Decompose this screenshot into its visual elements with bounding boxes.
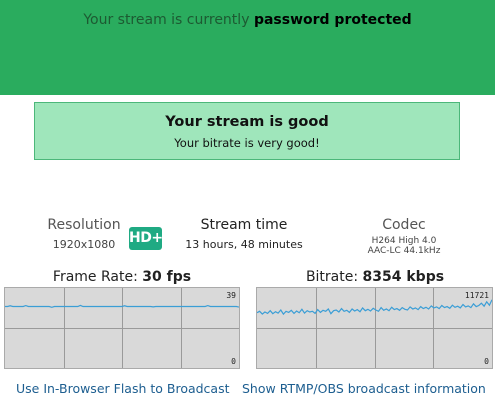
- bitrate-label: Bitrate:: [305, 269, 359, 285]
- codec-stat: Codec H264 High 4.0 AAC-LC 44.1kHz: [354, 217, 454, 256]
- banner-prefix: Your stream is currently: [83, 12, 250, 28]
- hd-badge-icon: HD+: [129, 227, 163, 250]
- banner-message: Your stream is currently password protec…: [0, 12, 495, 28]
- stream-health-subtitle: Your bitrate is very good!: [174, 136, 320, 150]
- framerate-value: 30 fps: [142, 269, 192, 285]
- stream-time-value: 13 hours, 48 minutes: [185, 238, 303, 251]
- status-banner: Your stream is currently password protec…: [0, 0, 495, 95]
- stream-health-box: Your stream is good Your bitrate is very…: [34, 102, 460, 160]
- framerate-label: Frame Rate:: [52, 269, 138, 285]
- framerate-graph: 39 0: [4, 287, 240, 369]
- stream-time-label: Stream time: [200, 217, 288, 233]
- flash-broadcast-link[interactable]: Use In-Browser Flash to Broadcast: [16, 381, 230, 396]
- resolution-label: Resolution: [47, 217, 121, 233]
- banner-emphasis: password protected: [253, 12, 412, 28]
- codec-audio: AAC-LC 44.1kHz: [367, 246, 441, 256]
- bitrate-value: 8354 kbps: [362, 269, 445, 285]
- framerate-title: Frame Rate: 30 fps: [4, 269, 240, 285]
- bitrate-graph: 11721 0: [256, 287, 493, 369]
- framerate-min-label: 0: [231, 357, 236, 366]
- framerate-max-label: 39: [226, 291, 236, 300]
- bitrate-graph-plot: [257, 288, 492, 368]
- resolution-stat: Resolution 1920x1080: [44, 217, 124, 251]
- stream-health-title: Your stream is good: [165, 114, 329, 130]
- rtmp-info-link[interactable]: Show RTMP/OBS broadcast information: [242, 381, 486, 396]
- codec-label: Codec: [382, 217, 426, 233]
- bitrate-series-line: [257, 299, 492, 316]
- bitrate-title: Bitrate: 8354 kbps: [257, 269, 493, 285]
- framerate-graph-plot: [5, 288, 239, 368]
- stream-time-stat: Stream time 13 hours, 48 minutes: [184, 217, 304, 251]
- resolution-value: 1920x1080: [52, 238, 116, 251]
- bitrate-max-label: 11721: [464, 291, 489, 300]
- codec-video: H264 High 4.0: [371, 236, 437, 246]
- bitrate-min-label: 0: [484, 357, 489, 366]
